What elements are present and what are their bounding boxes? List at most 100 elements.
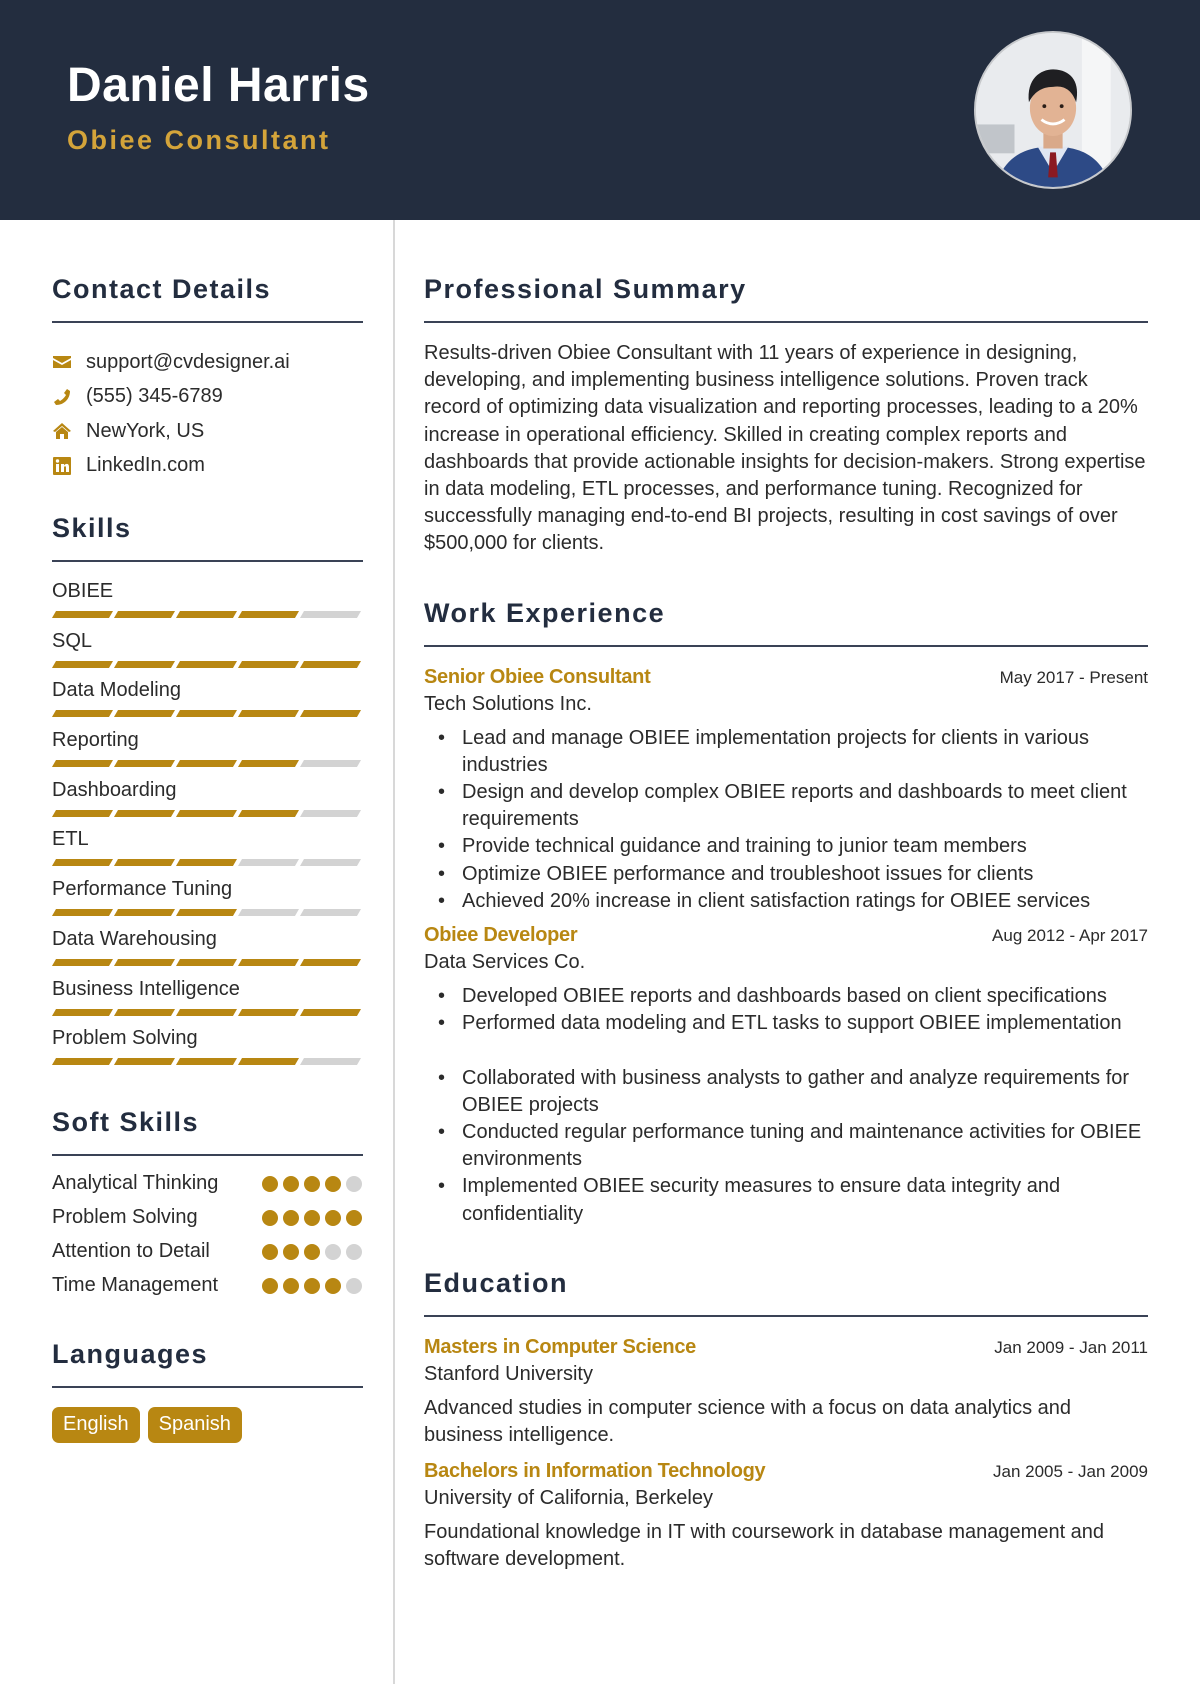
contact-linkedin[interactable]: LinkedIn.com	[52, 449, 363, 484]
skill-level-bar	[51, 710, 363, 718]
skill-segment-filled	[237, 958, 300, 966]
column-divider	[393, 220, 395, 1684]
skill-name: Problem Solving	[52, 1027, 198, 1050]
skill-segment-filled	[175, 611, 238, 618]
skill-segment-filled	[175, 1008, 238, 1016]
job-entry: Senior Obiee Consultant May 2017 - Prese…	[424, 664, 1148, 916]
rating-dot-filled	[325, 1209, 341, 1226]
languages-heading: Languages	[52, 1338, 209, 1369]
home-icon	[52, 421, 72, 441]
contact-phone[interactable]: (555) 345-6789	[52, 380, 363, 415]
rating-dot-filled	[283, 1277, 299, 1294]
language-badge: Spanish	[147, 1406, 242, 1443]
soft-skills-heading: Soft Skills	[52, 1106, 200, 1137]
skill-level-bar	[51, 760, 363, 768]
skill-segment-filled	[51, 1058, 114, 1066]
job-dates: Aug 2012 - Apr 2017	[992, 926, 1148, 946]
job-bullet: Optimize OBIEE performance and troublesh…	[438, 861, 1148, 888]
rating-dot-filled	[325, 1277, 341, 1294]
soft-skill-rating	[262, 1277, 363, 1294]
skill-item: ETL	[51, 826, 363, 876]
rating-dot-filled	[262, 1277, 278, 1294]
rating-dot-filled	[304, 1277, 320, 1294]
degree-name: Masters in Computer Science	[424, 1335, 696, 1358]
rating-dot-filled	[262, 1243, 278, 1260]
resume-header: Daniel Harris Obiee Consultant	[0, 0, 1200, 220]
education-dates: Jan 2005 - Jan 2009	[992, 1462, 1148, 1482]
skill-segment-filled	[113, 1008, 176, 1016]
candidate-title: Obiee Consultant	[67, 125, 331, 155]
section-rule	[52, 321, 363, 323]
skill-segment-empty	[237, 909, 300, 917]
rating-dot-filled	[262, 1209, 278, 1226]
skill-segment-filled	[237, 611, 300, 618]
profile-photo-illustration	[976, 33, 1130, 187]
skill-item: Problem Solving	[51, 1025, 363, 1075]
job-bullet: Implemented OBIEE security measures to e…	[438, 1173, 1148, 1227]
soft-skill-list: Analytical Thinking Problem Solving Attent…	[52, 1170, 363, 1299]
language-badge: English	[52, 1406, 140, 1443]
skill-segment-filled	[175, 1058, 238, 1066]
job-bullet: Performed data modeling and ETL tasks to…	[438, 1010, 1148, 1037]
skill-segment-filled	[175, 809, 238, 817]
soft-skill-name: Attention to Detail	[52, 1239, 210, 1262]
skill-segment-filled	[175, 909, 238, 917]
skill-segment-filled	[113, 909, 176, 917]
sidebar: Contact Details support@cvdesigner.ai (5…	[51, 272, 363, 1443]
education-dates: Jan 2009 - Jan 2011	[994, 1337, 1148, 1357]
skill-segment-filled	[51, 809, 114, 817]
rating-dot-filled	[262, 1175, 278, 1192]
rating-dot-empty	[346, 1243, 362, 1260]
job-bullet: Design and develop complex OBIEE reports…	[438, 779, 1148, 833]
skill-segment-filled	[175, 859, 238, 867]
contact-linkedin-text: LinkedIn.com	[86, 454, 205, 477]
rating-dot-filled	[283, 1243, 299, 1260]
skill-segment-filled	[51, 760, 114, 768]
skill-level-bar	[51, 909, 363, 917]
work-heading: Work Experience	[424, 597, 666, 628]
skill-name: Reporting	[52, 729, 139, 752]
linkedin-icon	[52, 456, 72, 476]
soft-skill-item: Analytical Thinking	[52, 1170, 363, 1197]
job-bullet: Developed OBIEE reports and dashboards b…	[438, 983, 1148, 1010]
skill-segment-empty	[299, 809, 362, 817]
skill-item: SQL	[51, 628, 363, 678]
job-bullets: Lead and manage OBIEE implementation pro…	[424, 725, 1148, 916]
skill-segment-filled	[299, 1008, 362, 1016]
summary-heading: Professional Summary	[424, 274, 747, 304]
contact-email[interactable]: support@cvdesigner.ai	[52, 345, 363, 380]
soft-skill-rating	[262, 1175, 363, 1192]
job-bullet: Provide technical guidance and training …	[438, 833, 1148, 860]
rating-dot-empty	[346, 1277, 362, 1294]
education-section: Education Masters in Computer Science Ja…	[424, 1266, 1148, 1574]
work-experience-section: Work Experience Senior Obiee Consultant …	[424, 596, 1148, 1228]
skill-segment-filled	[51, 859, 114, 867]
skill-name: Data Warehousing	[52, 927, 217, 950]
contact-location-text: NewYork, US	[86, 419, 205, 442]
skill-segment-filled	[237, 1058, 300, 1066]
skill-segment-filled	[237, 1008, 300, 1016]
contact-section: Contact Details support@cvdesigner.ai (5…	[52, 272, 363, 483]
summary-section: Professional Summary Results-driven Obie…	[424, 272, 1148, 558]
skill-segment-filled	[51, 611, 114, 618]
rating-dot-filled	[283, 1209, 299, 1226]
job-bullet: Conducted regular performance tuning and…	[438, 1119, 1148, 1173]
skill-segment-filled	[113, 710, 176, 718]
section-rule	[424, 1314, 1148, 1317]
job-role: Obiee Developer	[424, 924, 578, 947]
education-entry: Bachelors in Information Technology Jan …	[424, 1458, 1148, 1573]
section-rule	[424, 321, 1148, 323]
skill-segment-empty	[299, 1058, 362, 1066]
job-entry: Obiee Developer Aug 2012 - Apr 2017 Data…	[424, 922, 1148, 1228]
section-rule	[52, 560, 363, 562]
contact-phone-text: (555) 345-6789	[86, 385, 223, 408]
candidate-name: Daniel Harris	[67, 59, 370, 112]
main-column: Professional Summary Results-driven Obie…	[424, 272, 1148, 1574]
skill-segment-empty	[299, 909, 362, 917]
skill-name: ETL	[52, 828, 89, 851]
skills-section: Skills OBIEE SQL Data Modeling Reporting Das…	[51, 511, 363, 1075]
skill-segment-filled	[299, 660, 362, 668]
contact-location: NewYork, US	[52, 414, 363, 449]
rating-dot-filled	[325, 1175, 341, 1192]
education-entry: Masters in Computer Science Jan 2009 - J…	[424, 1334, 1148, 1449]
